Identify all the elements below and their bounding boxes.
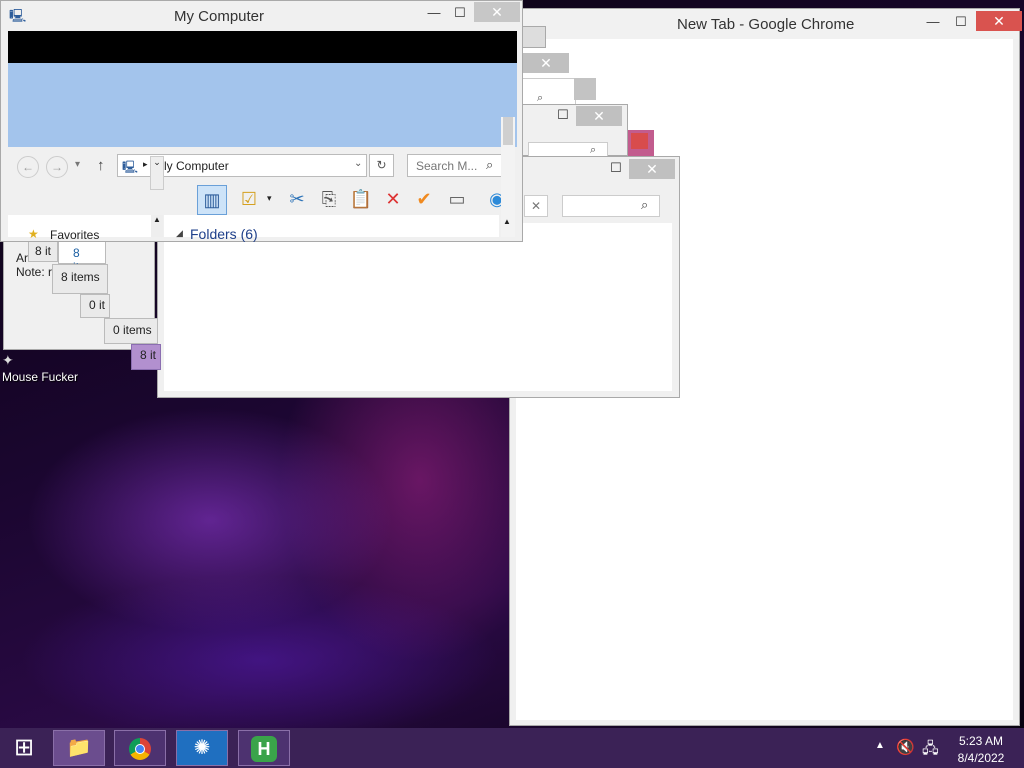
- desktop-icon-image[interactable]: ✦: [2, 352, 92, 368]
- chrome-logo-icon: [129, 737, 151, 760]
- status-bar-item: 0 it: [80, 294, 110, 318]
- navigation-pane[interactable]: ★ Favorites: [8, 215, 151, 242]
- clock[interactable]: 5:23 AM 8/4/2022: [950, 734, 1012, 765]
- close-icon[interactable]: ✕: [576, 106, 622, 126]
- maximize-icon[interactable]: ☐: [447, 3, 473, 23]
- close-icon[interactable]: ✕: [976, 11, 1022, 31]
- ghost-red-block: [631, 133, 648, 149]
- status-bar-item: 8 it: [131, 344, 161, 370]
- checkmark-icon[interactable]: ✔: [410, 185, 438, 213]
- minimize-icon[interactable]: —: [421, 3, 447, 23]
- close-icon[interactable]: ✕: [474, 2, 520, 22]
- taskbar-explorer-icon[interactable]: 📁: [53, 730, 105, 766]
- network-icon[interactable]: 🖧: [922, 738, 939, 763]
- paste-icon[interactable]: 📋: [347, 185, 375, 213]
- windows-start-icon[interactable]: ⊞: [8, 734, 40, 762]
- chrome-title: New Tab - Google Chrome: [677, 16, 855, 33]
- ghost-window-block: [628, 130, 654, 156]
- taskbar-app-sun-icon[interactable]: ✺: [176, 730, 228, 766]
- layout-pane-icon[interactable]: ▥: [197, 185, 227, 215]
- content-pane[interactable]: ◢ Folders (6): [164, 215, 499, 242]
- ghost-window-tab: [520, 26, 546, 48]
- tray-expand-icon[interactable]: ▲: [875, 740, 885, 751]
- ghost-window-block: [574, 78, 596, 100]
- nav-favorites[interactable]: Favorites: [50, 228, 99, 242]
- taskbar-h-app-icon[interactable]: H: [238, 730, 290, 766]
- chevron-down-icon[interactable]: ▾: [267, 193, 272, 204]
- clock-time: 5:23 AM: [958, 734, 1004, 748]
- ribbon-area: [8, 31, 517, 63]
- collapse-icon[interactable]: ◢: [176, 228, 183, 239]
- properties-icon[interactable]: ☑: [235, 185, 263, 213]
- ghost-dialog-content: [164, 223, 672, 391]
- status-bar-item: 8 items: [52, 264, 108, 294]
- rename-icon[interactable]: ▭: [443, 185, 471, 213]
- h-logo-icon: H: [251, 735, 277, 762]
- maximize-icon[interactable]: ☐: [948, 12, 974, 32]
- copy-icon[interactable]: ⎘: [315, 185, 343, 213]
- status-bar-item: 8 item: [58, 240, 106, 274]
- forward-icon[interactable]: →: [46, 156, 68, 178]
- back-icon[interactable]: ←: [17, 156, 39, 178]
- scroll-up-icon[interactable]: ▲: [151, 215, 163, 237]
- search-icon: ⌕: [641, 197, 649, 212]
- scrollbar[interactable]: ▲: [501, 117, 515, 237]
- ribbon-panel: [8, 63, 517, 147]
- ghost-text-line: Ar: [16, 251, 28, 265]
- status-bar-item: 8 it: [28, 240, 58, 262]
- maximize-icon[interactable]: ☐: [550, 105, 576, 125]
- clock-date: 8/4/2022: [957, 751, 1005, 765]
- chevron-down-icon[interactable]: ⌄: [150, 156, 164, 190]
- status-bar-item: 0 items: [104, 318, 158, 344]
- search-placeholder: Search M...: [416, 159, 478, 173]
- minimize-icon[interactable]: —: [920, 12, 946, 32]
- computer-icon: 🖳: [9, 8, 27, 23]
- up-arrow-icon[interactable]: ↑: [97, 157, 105, 174]
- explorer-window[interactable]: 🖳 My Computer — ☐ ✕ ← → ▾ ↑ 🖳 ▸ ly Compu…: [0, 0, 523, 242]
- address-text: ly Computer: [164, 159, 229, 173]
- close-icon[interactable]: ✕: [629, 159, 675, 179]
- section-header[interactable]: Folders (6): [190, 226, 258, 242]
- desktop-icon-glyph: ✦: [2, 352, 14, 368]
- chevron-right-icon[interactable]: ▸: [143, 159, 148, 170]
- cut-icon[interactable]: ✂: [283, 185, 311, 213]
- desktop-icon-label[interactable]: Mouse Fucker: [2, 370, 78, 384]
- search-box[interactable]: Search M... ⌕: [407, 154, 503, 177]
- search-icon: ⌕: [486, 157, 494, 172]
- star-icon: ★: [28, 227, 39, 241]
- scroll-up-icon[interactable]: ▲: [503, 217, 511, 226]
- ghost-text-line: Note: r: [16, 265, 53, 279]
- scrollbar-thumb[interactable]: [503, 117, 513, 145]
- volume-muted-icon[interactable]: 🔇: [896, 738, 915, 756]
- taskbar-chrome-icon[interactable]: [114, 730, 166, 766]
- maximize-icon[interactable]: ☐: [603, 158, 629, 178]
- delete-icon[interactable]: ✕: [379, 185, 407, 213]
- chevron-down-icon[interactable]: ▾: [75, 159, 80, 170]
- refresh-icon[interactable]: ↻: [369, 154, 394, 177]
- computer-icon: 🖳: [122, 160, 139, 174]
- close-icon[interactable]: ✕: [523, 53, 569, 73]
- clear-icon[interactable]: ✕: [524, 195, 548, 217]
- chevron-down-icon[interactable]: ⌄: [354, 158, 362, 169]
- explorer-title: My Computer: [174, 8, 265, 25]
